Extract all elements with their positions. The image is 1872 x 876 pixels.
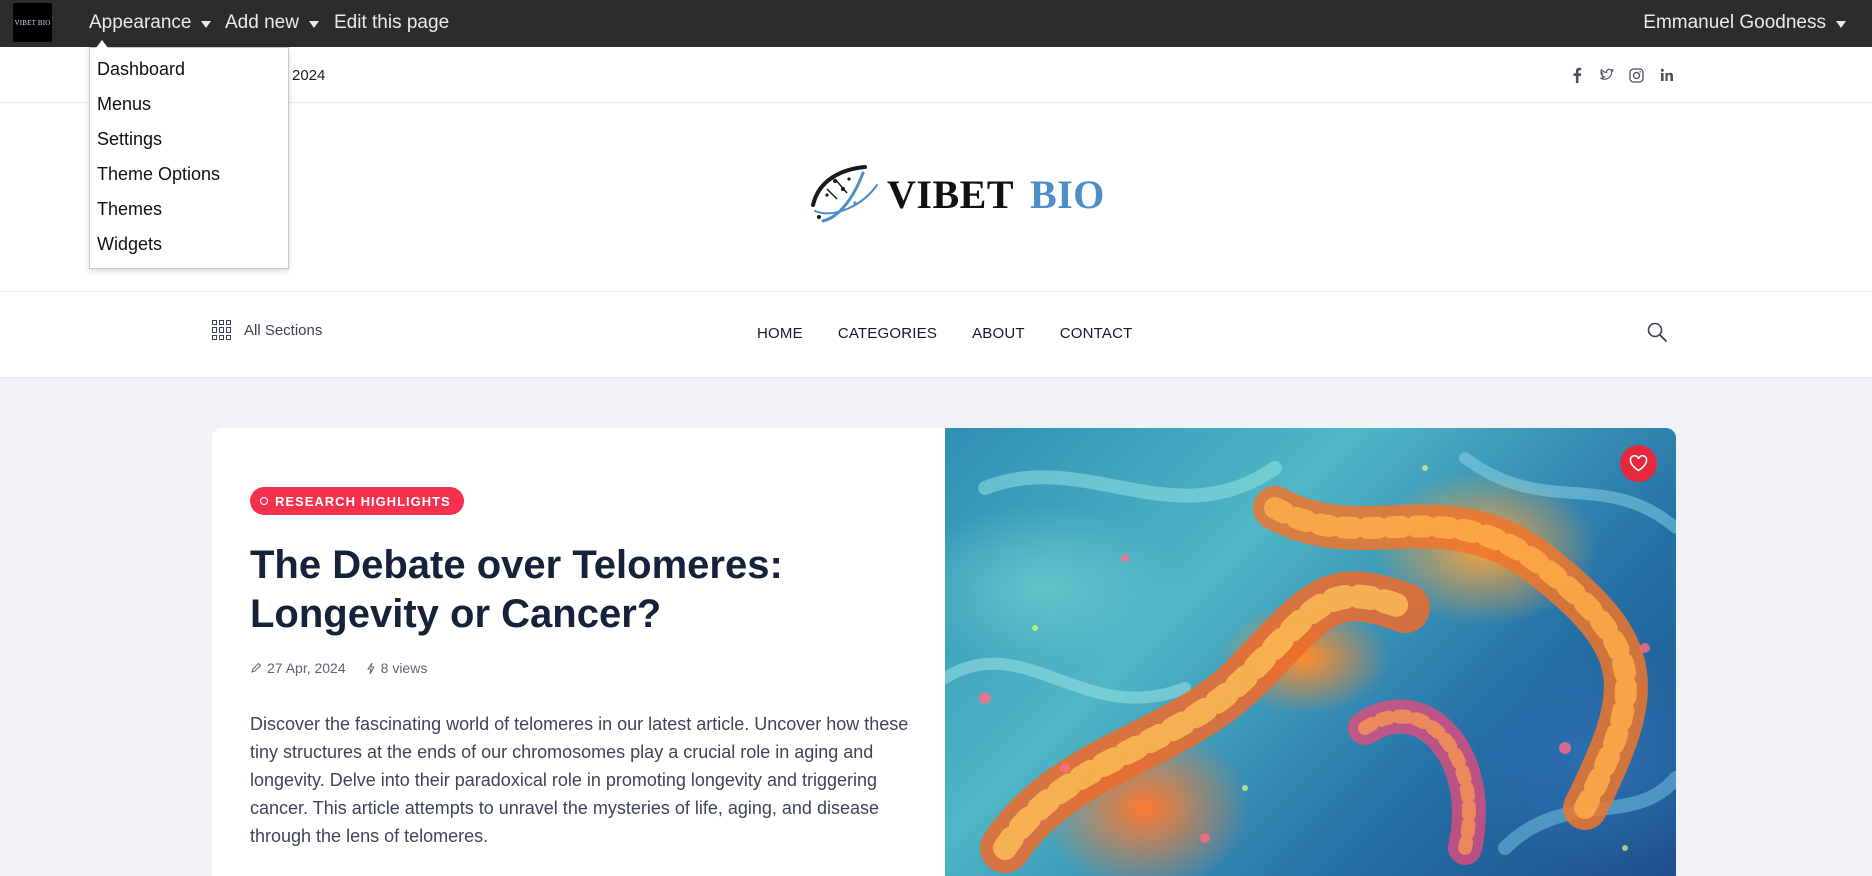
chevron-down-icon <box>308 21 319 28</box>
chevron-down-icon <box>1836 21 1846 28</box>
post-date-text: 27 Apr, 2024 <box>267 660 346 676</box>
all-sections-button[interactable]: All Sections <box>212 320 322 340</box>
post-meta: 27 Apr, 2024 8 views <box>250 660 427 676</box>
chevron-down-icon <box>201 21 212 28</box>
appearance-menu[interactable]: Appearance <box>89 12 212 34</box>
featured-post-content: RESEARCH HIGHLIGHTS The Debate over Telo… <box>212 428 945 876</box>
primary-menu: HOME CATEGORIES ABOUT CONTACT <box>757 325 1133 342</box>
category-badge[interactable]: RESEARCH HIGHLIGHTS <box>250 487 464 515</box>
pen-icon <box>251 662 262 673</box>
dropdown-item-themes[interactable]: Themes <box>90 198 288 233</box>
post-date: 27 Apr, 2024 <box>250 660 346 676</box>
favorite-button[interactable] <box>1620 445 1657 482</box>
dropdown-item-menus[interactable]: Menus <box>90 93 288 128</box>
featured-post-card: RESEARCH HIGHLIGHTS The Debate over Telo… <box>212 428 1676 876</box>
post-title[interactable]: The Debate over Telomeres: Longevity or … <box>250 541 890 639</box>
nav-item-contact[interactable]: CONTACT <box>1060 325 1133 342</box>
grid-icon <box>212 320 232 340</box>
nav-item-home[interactable]: HOME <box>757 325 803 342</box>
twitter-icon[interactable] <box>1599 67 1614 83</box>
bolt-icon <box>366 662 375 674</box>
dropdown-item-settings[interactable]: Settings <box>90 128 288 163</box>
main-navigation: All Sections HOME CATEGORIES ABOUT CONTA… <box>0 292 1872 378</box>
all-sections-label: All Sections <box>244 321 323 339</box>
nav-item-about[interactable]: ABOUT <box>972 325 1025 342</box>
category-label: RESEARCH HIGHLIGHTS <box>275 493 451 509</box>
heart-icon <box>1629 455 1648 472</box>
dropdown-item-widgets[interactable]: Widgets <box>90 233 288 268</box>
logo-text: VIBET BIO <box>14 18 51 27</box>
search-icon[interactable] <box>1646 321 1668 343</box>
instagram-icon[interactable] <box>1629 67 1644 83</box>
user-menu[interactable]: Emmanuel Goodness <box>1643 12 1846 34</box>
add-new-menu[interactable]: Add new <box>225 12 319 34</box>
featured-image[interactable] <box>945 428 1676 876</box>
telomere-illustration <box>945 452 1676 873</box>
site-brand[interactable]: VIBET BIO <box>805 159 1105 229</box>
linkedin-icon[interactable] <box>1659 67 1674 83</box>
appearance-dropdown: Dashboard Menus Settings Theme Options T… <box>89 40 289 269</box>
brand-name-accent: BIO <box>1030 171 1105 217</box>
post-views-text: 8 views <box>380 660 428 676</box>
facebook-icon[interactable] <box>1569 67 1584 83</box>
post-views: 8 views <box>366 660 428 676</box>
social-links <box>1569 67 1674 83</box>
dropdown-item-dashboard[interactable]: Dashboard <box>90 58 288 93</box>
dna-logo-icon <box>811 165 878 223</box>
add-new-label: Add new <box>225 12 299 33</box>
edit-page-label: Edit this page <box>334 12 450 33</box>
nav-item-categories[interactable]: CATEGORIES <box>838 325 937 342</box>
post-excerpt: Discover the fascinating world of telome… <box>250 714 909 846</box>
appearance-label: Appearance <box>89 12 192 33</box>
admin-bar: VIBET BIO Appearance Add new Edit this p… <box>0 0 1872 47</box>
brand-name-primary: VIBET <box>887 171 1014 217</box>
site-logo-thumbnail[interactable]: VIBET BIO <box>13 3 52 42</box>
current-date: 2024 <box>292 67 326 84</box>
circle-icon <box>260 497 268 505</box>
edit-page-link[interactable]: Edit this page <box>334 12 449 34</box>
dropdown-item-theme-options[interactable]: Theme Options <box>90 163 288 198</box>
user-name: Emmanuel Goodness <box>1643 12 1826 33</box>
